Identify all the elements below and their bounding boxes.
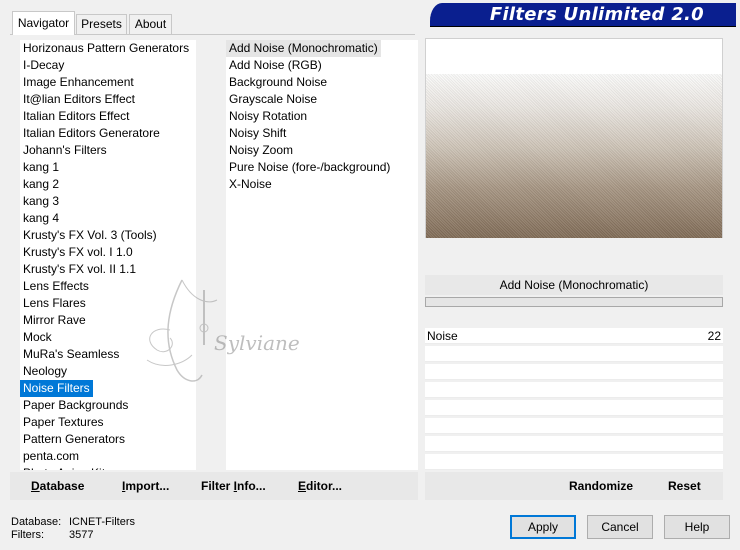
filter-list-item[interactable]: Noisy Rotation xyxy=(226,108,310,125)
filter-list-item[interactable]: Pure Noise (fore-/background) xyxy=(226,159,393,176)
category-list-item[interactable]: kang 2 xyxy=(20,176,62,193)
watermark-text: Sylviane xyxy=(214,331,300,355)
category-list-item[interactable]: kang 4 xyxy=(20,210,62,227)
filter-list-item[interactable]: Noisy Shift xyxy=(226,125,289,142)
filter-list[interactable]: Add Noise (Monochromatic) Add Noise (RGB)… xyxy=(226,40,418,470)
parameter-value: 22 xyxy=(707,329,721,343)
filter-list-item[interactable]: Background Noise xyxy=(226,74,330,91)
category-list-item[interactable]: Pattern Generators xyxy=(20,431,128,448)
parameter-row-empty xyxy=(425,436,723,452)
parameter-row-empty xyxy=(425,454,723,470)
category-list-item[interactable]: Mirror Rave xyxy=(20,312,89,329)
parameter-row-empty xyxy=(425,400,723,416)
filter-list-item[interactable]: Grayscale Noise xyxy=(226,91,320,108)
category-list-item[interactable]: kang 3 xyxy=(20,193,62,210)
parameter-slider[interactable] xyxy=(425,297,723,307)
status-database-label: Database: xyxy=(11,516,62,528)
category-list-item[interactable]: Krusty's FX Vol. 3 (Tools) xyxy=(20,227,160,244)
selected-filter-title: Add Noise (Monochromatic) xyxy=(425,275,723,295)
parameter-row-empty xyxy=(425,364,723,380)
banner-title: Filters Unlimited 2.0 xyxy=(489,4,704,25)
tab-about[interactable]: About xyxy=(129,14,172,34)
cancel-button[interactable]: Cancel xyxy=(587,515,653,539)
filter-list-item[interactable]: Noisy Zoom xyxy=(226,142,296,159)
category-list-item[interactable]: MuRa's Seamless xyxy=(20,346,122,363)
import-button[interactable]: Import... xyxy=(122,472,169,500)
preview-panel xyxy=(425,38,723,238)
category-list-item[interactable]: Photo Aging Kit xyxy=(20,465,108,470)
filter-list-item[interactable]: Add Noise (RGB) xyxy=(226,57,325,74)
category-list-item[interactable]: Lens Flares xyxy=(20,295,89,312)
editor-button[interactable]: Editor... xyxy=(298,472,342,500)
category-list-item[interactable]: It@lian Editors Effect xyxy=(20,91,138,108)
tab-navigator[interactable]: Navigator xyxy=(12,11,75,35)
filter-list-item[interactable]: X-Noise xyxy=(226,176,275,193)
tab-presets[interactable]: Presets xyxy=(76,14,127,34)
parameter-row-empty xyxy=(425,418,723,434)
watermark-logo: Sylviane xyxy=(146,279,300,382)
status-filters-value: 3577 xyxy=(69,529,94,541)
parameter-row-empty xyxy=(425,346,723,362)
category-list-item[interactable]: Krusty's FX vol. I 1.0 xyxy=(20,244,136,261)
category-list-item[interactable]: Mock xyxy=(20,329,55,346)
help-button[interactable]: Help xyxy=(664,515,730,539)
title-banner: Filters Unlimited 2.0 xyxy=(430,3,736,27)
apply-button[interactable]: Apply xyxy=(510,515,576,539)
filter-info-button[interactable]: Filter Info... xyxy=(201,472,266,500)
preview-button-bar: Randomize Reset xyxy=(425,472,723,500)
status-filters-label: Filters: xyxy=(11,529,44,541)
reset-button[interactable]: Reset xyxy=(668,472,701,500)
category-list-item[interactable]: Italian Editors Generatore xyxy=(20,125,163,142)
parameter-row-empty xyxy=(425,382,723,398)
category-list[interactable]: Horizonaus Pattern Generators I-Decay Imag… xyxy=(20,40,196,470)
category-list-item[interactable]: Noise Filters xyxy=(20,380,93,397)
filter-list-item[interactable]: Add Noise (Monochromatic) xyxy=(226,40,381,57)
category-list-item[interactable]: Horizonaus Pattern Generators xyxy=(20,40,192,57)
list-button-bar: Database Import... Filter Info... Editor… xyxy=(10,472,418,500)
status-database-value: ICNET-Filters xyxy=(69,516,135,528)
database-button[interactable]: Database xyxy=(31,472,84,500)
parameter-row-noise[interactable]: Noise 22 xyxy=(425,328,723,344)
category-list-item[interactable]: Paper Backgrounds xyxy=(20,397,131,414)
category-list-item[interactable]: I-Decay xyxy=(20,57,67,74)
parameter-area: Noise 22 xyxy=(425,310,723,470)
preview-image xyxy=(426,74,722,238)
randomize-button[interactable]: Randomize xyxy=(569,472,633,500)
parameter-label: Noise xyxy=(427,329,458,343)
category-list-item[interactable]: Paper Textures xyxy=(20,414,107,431)
category-scrollbar[interactable] xyxy=(196,40,210,470)
category-list-item[interactable]: Johann's Filters xyxy=(20,142,110,159)
category-list-item[interactable]: Image Enhancement xyxy=(20,74,137,91)
category-list-item[interactable]: Neology xyxy=(20,363,70,380)
category-list-item[interactable]: Lens Effects xyxy=(20,278,92,295)
category-list-item[interactable]: kang 1 xyxy=(20,159,62,176)
category-list-item[interactable]: Italian Editors Effect xyxy=(20,108,133,125)
category-list-item[interactable]: penta.com xyxy=(20,448,82,465)
